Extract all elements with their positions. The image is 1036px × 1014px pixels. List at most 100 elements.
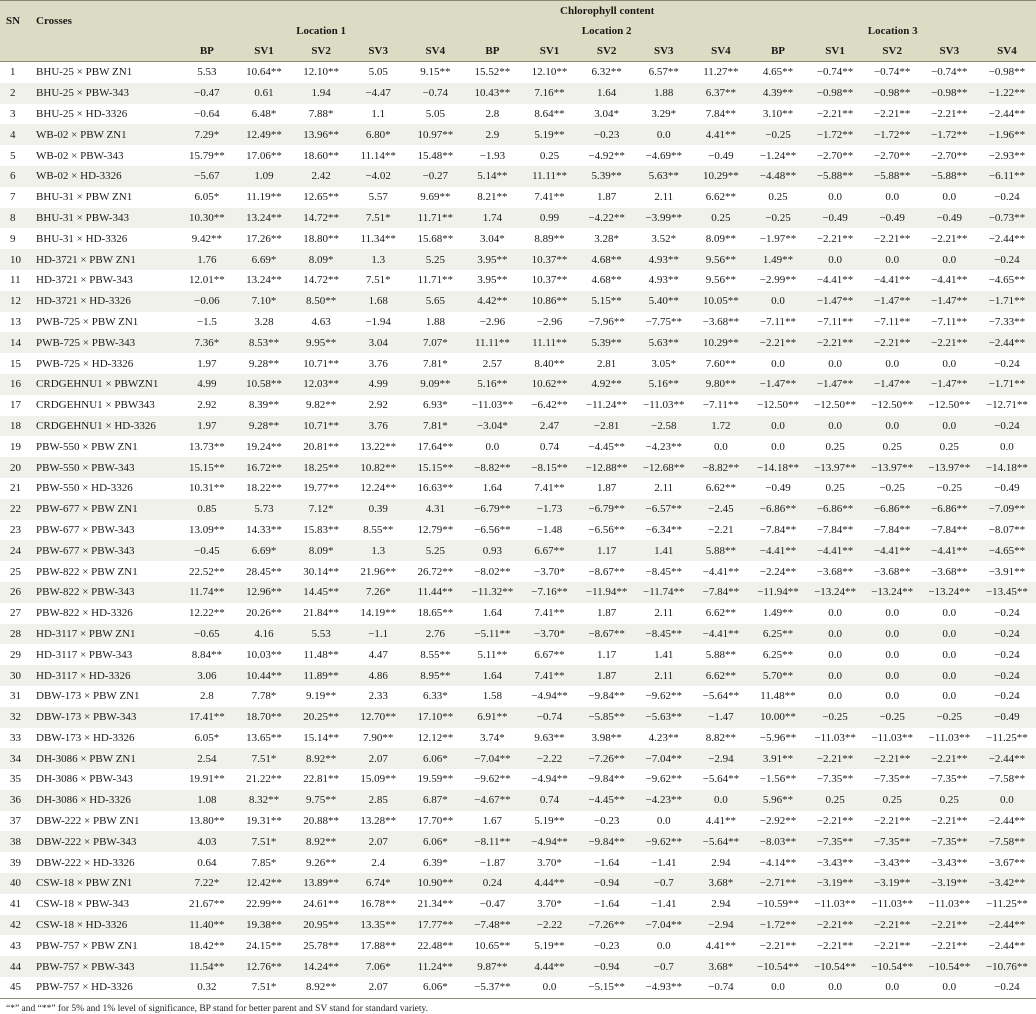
row-value: −5.63** [635,706,693,728]
row-value: 4.99 [349,373,407,395]
row-value: 7.26* [349,581,407,603]
col-bp: BP [463,41,521,62]
row-value: −9.62** [463,769,521,790]
row-value: 0.24 [463,873,521,894]
row-value: 19.38** [235,914,293,936]
row-value: 1.41 [635,540,693,562]
row-value: 6.05* [178,727,236,749]
row-value: −2.58 [635,415,693,437]
row-value: 0.0 [920,623,978,645]
table-row: 45 PBW-757 × HD-3326 0.32 7.51* 8.92** 2.07 6.… [0,977,1036,999]
row-value: −2.44** [977,332,1036,354]
table-row: 7 BHU-31 × PBW ZN1 6.05* 11.19** 12.65** 5.57… [0,186,1036,208]
row-value: −2.21** [806,810,864,832]
row-value: 6.33* [406,685,464,707]
row-value: −1.41 [635,893,693,915]
row-value: 0.0 [463,436,521,458]
row-value: −4.41** [806,540,864,562]
row-value: 30.14** [292,561,350,582]
row-cross: HD-3721 × HD-3326 [30,290,179,312]
row-cross: PWB-725 × PBW ZN1 [30,311,179,333]
row-value: 12.22** [178,602,236,624]
row-value: 28.45** [235,561,293,582]
row-value: 0.39 [349,498,407,520]
row-value: −7.35** [920,831,978,853]
row-value: −4.47 [349,82,407,104]
row-value: 21.96** [349,561,407,582]
row-value: 10.58** [235,373,293,395]
row-sn: 11 [0,269,31,291]
row-value: 6.69* [235,249,293,270]
row-value: 0.99 [520,207,579,229]
row-value: −3.68** [863,561,921,582]
row-sn: 17 [0,394,31,416]
row-value: −2.21** [806,332,864,354]
row-value: 4.93** [635,249,693,270]
row-sn: 29 [0,644,31,666]
row-value: 18.65** [406,602,464,624]
row-value: −7.04** [635,748,693,770]
row-value: −7.58** [977,769,1036,790]
row-value: 10.86** [520,290,579,312]
table-row: 15 PWB-725 × HD-3326 1.97 9.28** 10.71** 3.76… [0,353,1036,374]
row-value: −8.02** [463,561,521,582]
row-value: 8.32** [235,789,293,811]
row-value: 6.69* [235,540,293,562]
row-value: 17.70** [406,810,464,832]
header-crosses: Crosses [30,0,179,41]
row-sn: 16 [0,373,31,395]
row-value: 5.57 [349,186,407,208]
row-value: −8.45** [635,561,693,582]
row-value: 11.89** [292,665,350,686]
row-value: 1.49** [749,602,807,624]
row-value: 11.48** [749,685,807,707]
row-value: 0.0 [863,623,921,645]
row-value: 5.39** [578,165,636,187]
row-value: 9.82** [292,394,350,416]
row-value: 2.47 [520,415,579,437]
row-value: 11.48** [292,644,350,666]
row-value: 6.91** [463,706,521,728]
row-value: 7.51* [235,748,293,770]
col-sv4: SV4 [977,41,1036,62]
row-value: 22.52** [178,561,236,582]
row-value: 13.80** [178,810,236,832]
table-row: 29 HD-3117 × PBW-343 8.84** 10.03** 11.48** 4… [0,644,1036,666]
row-value: 4.68** [578,249,636,270]
row-value: 0.25 [863,789,921,811]
row-value: 4.86 [349,665,407,686]
row-value: −2.21** [749,935,807,957]
row-value: −8.03** [749,831,807,853]
row-value: 8.53** [235,332,293,354]
row-value: −6.57** [635,498,693,520]
row-value: −13.24** [863,581,921,603]
row-value: −4.41** [806,269,864,291]
row-sn: 21 [0,477,31,499]
row-value: 10.90** [406,873,464,894]
row-value: −4.22** [578,207,636,229]
row-value: −7.48** [463,914,521,936]
row-cross: HD-3117 × HD-3326 [30,665,179,686]
row-sn: 28 [0,623,31,645]
row-value: 13.73** [178,436,236,458]
row-value: 0.0 [806,623,864,645]
row-value: −0.74** [863,61,921,83]
row-value: 1.88 [406,311,464,333]
row-value: −1.93 [463,145,521,166]
row-value: 19.77** [292,477,350,499]
row-value: −0.94 [578,956,636,978]
row-value: −7.11** [863,311,921,333]
row-value: −0.24 [977,186,1036,208]
row-value: −2.21** [920,103,978,125]
table-figure: SN Crosses Chlorophyll content Location … [0,0,1036,1014]
row-value: 0.0 [806,665,864,686]
row-value: 8.82** [692,727,750,749]
row-value: 0.0 [635,124,693,146]
row-value: −2.22 [520,748,579,770]
row-value: −3.68** [692,311,750,333]
row-value: −7.84** [920,519,978,541]
row-value: −3.42** [977,873,1036,894]
row-value: 11.11** [463,332,521,354]
row-value: 0.0 [635,810,693,832]
row-value: 10.82** [349,457,407,478]
